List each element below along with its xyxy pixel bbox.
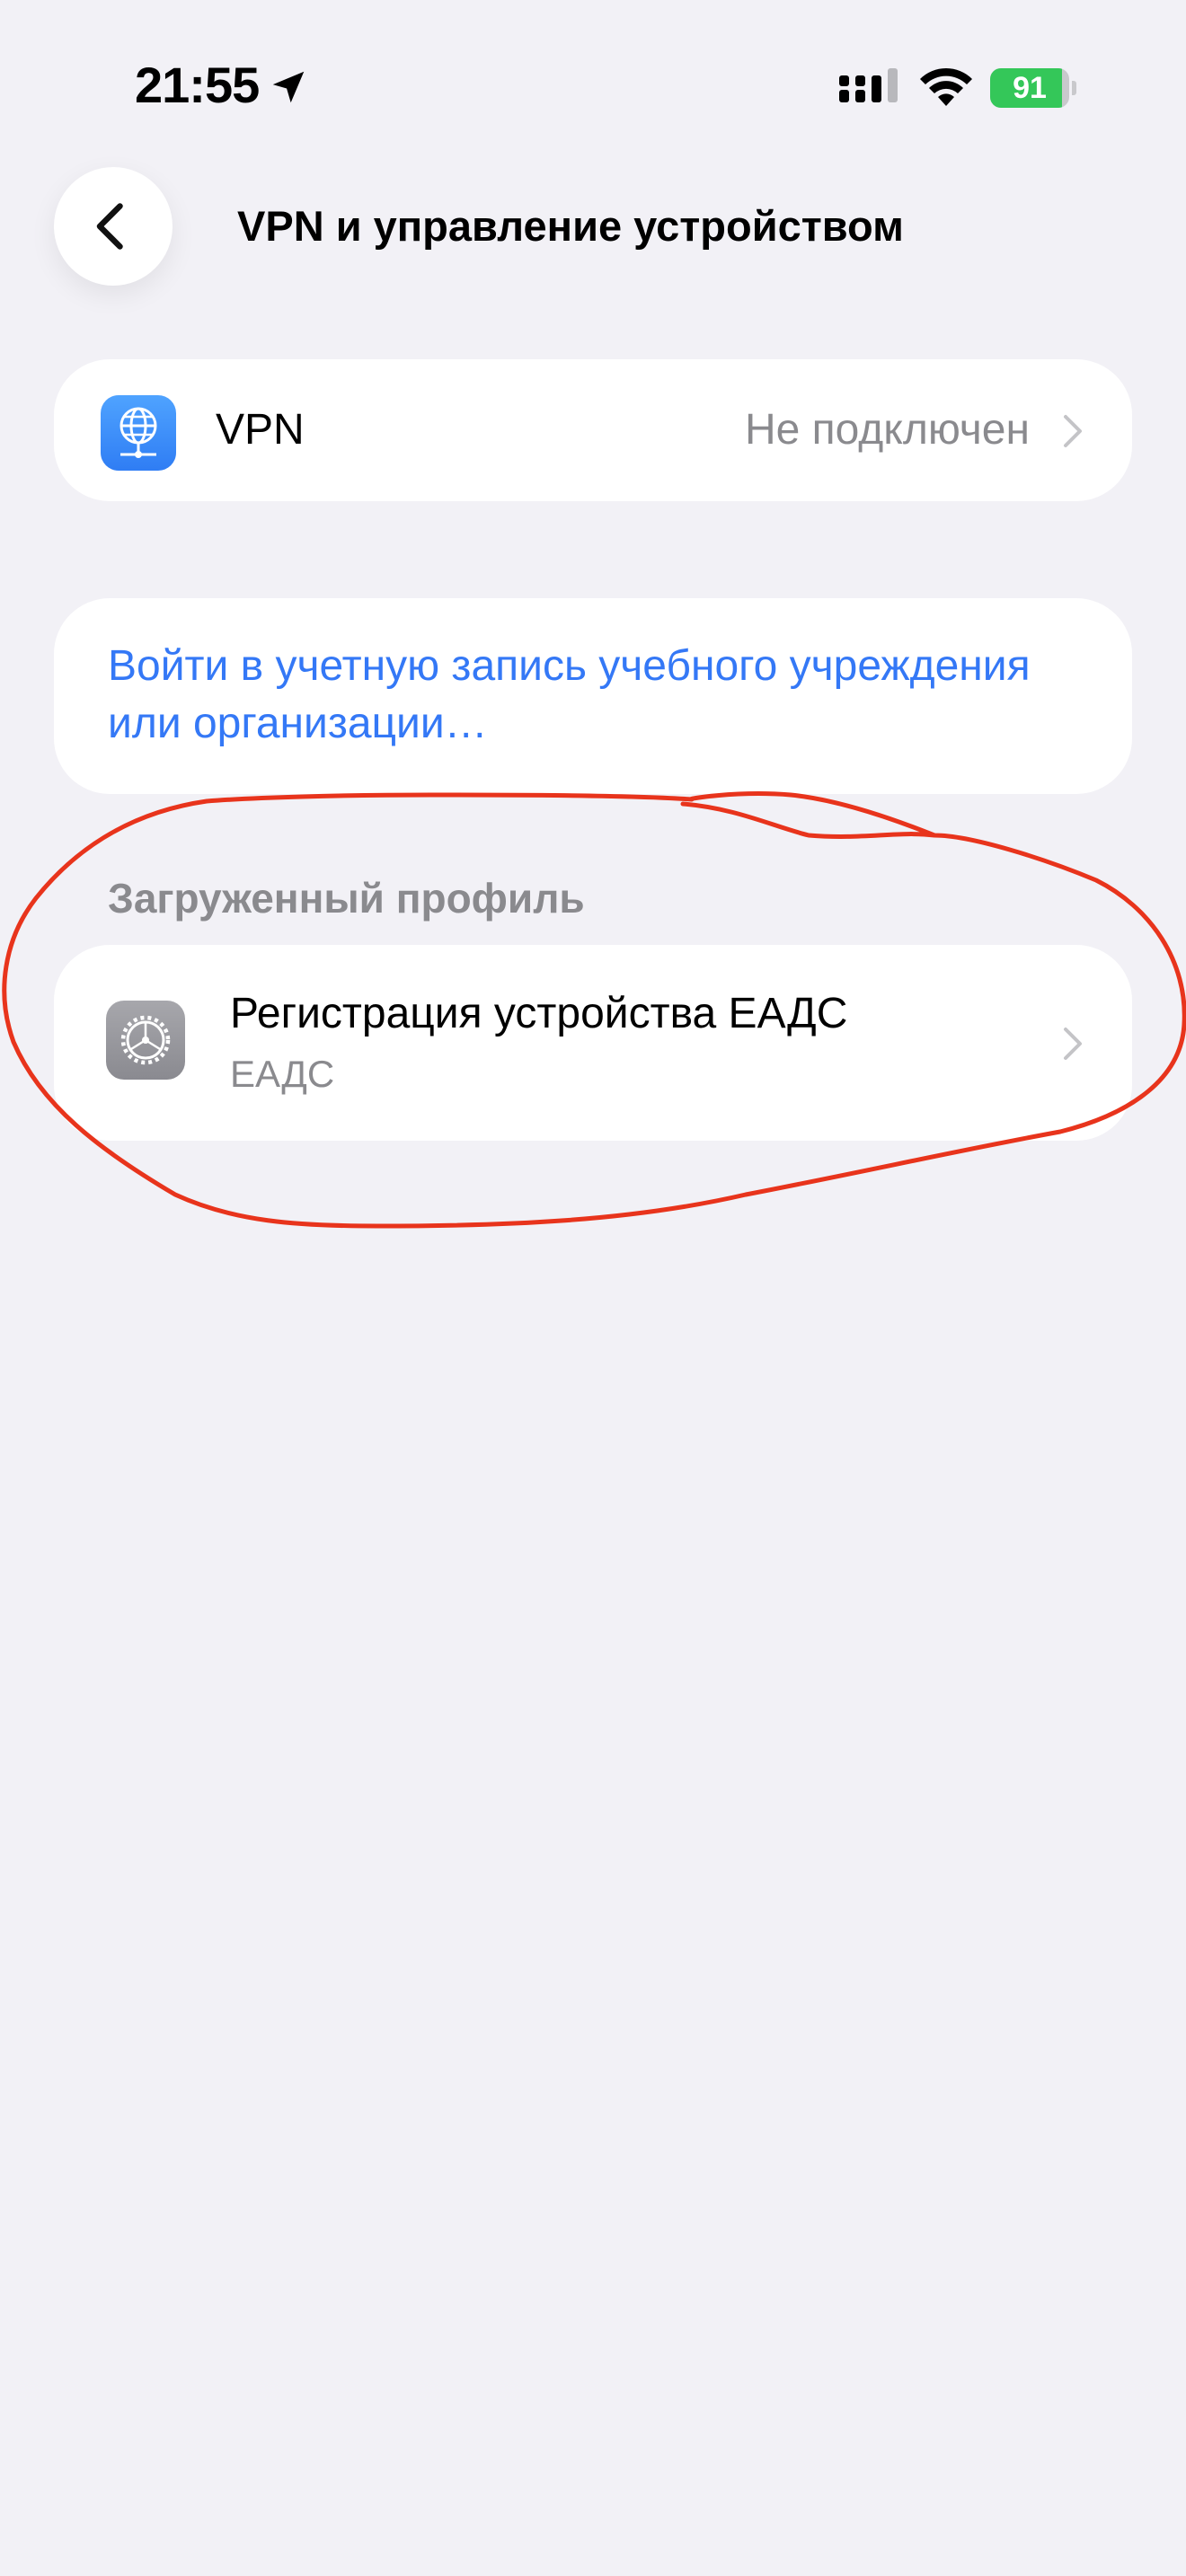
page-title: VPN и управление устройством	[237, 202, 904, 250]
status-bar: 21:55 91	[0, 0, 1186, 171]
vpn-globe-icon	[101, 395, 176, 471]
cellular-signal-icon	[839, 68, 898, 102]
status-time: 21:55	[135, 57, 260, 113]
chevron-right-icon	[1064, 415, 1082, 447]
chevron-right-icon	[1064, 1028, 1082, 1060]
downloaded-profile-row[interactable]: Регистрация устройства ЕАДС ЕАДС	[54, 945, 1132, 1141]
vpn-row[interactable]: VPN Не подключен	[54, 359, 1132, 501]
location-arrow-icon	[272, 71, 305, 103]
section-header-downloaded-profile: Загруженный профиль	[108, 875, 585, 922]
wifi-icon	[920, 67, 972, 106]
sign-in-organization-link[interactable]: Войти в учетную запись учебного учрежден…	[108, 638, 1060, 753]
settings-gear-icon	[106, 1001, 185, 1080]
profile-subtitle: ЕАДС	[230, 1053, 335, 1095]
battery-charging-icon: 91	[990, 68, 1076, 108]
battery-percent: 91	[1013, 71, 1047, 105]
back-button[interactable]	[54, 167, 173, 286]
profile-title: Регистрация устройства ЕАДС	[230, 990, 848, 1037]
vpn-status: Не подключен	[744, 406, 1030, 454]
chevron-left-icon	[96, 203, 123, 250]
sign-in-organization-row[interactable]: Войти в учетную запись учебного учрежден…	[54, 598, 1132, 794]
vpn-label: VPN	[216, 406, 305, 454]
